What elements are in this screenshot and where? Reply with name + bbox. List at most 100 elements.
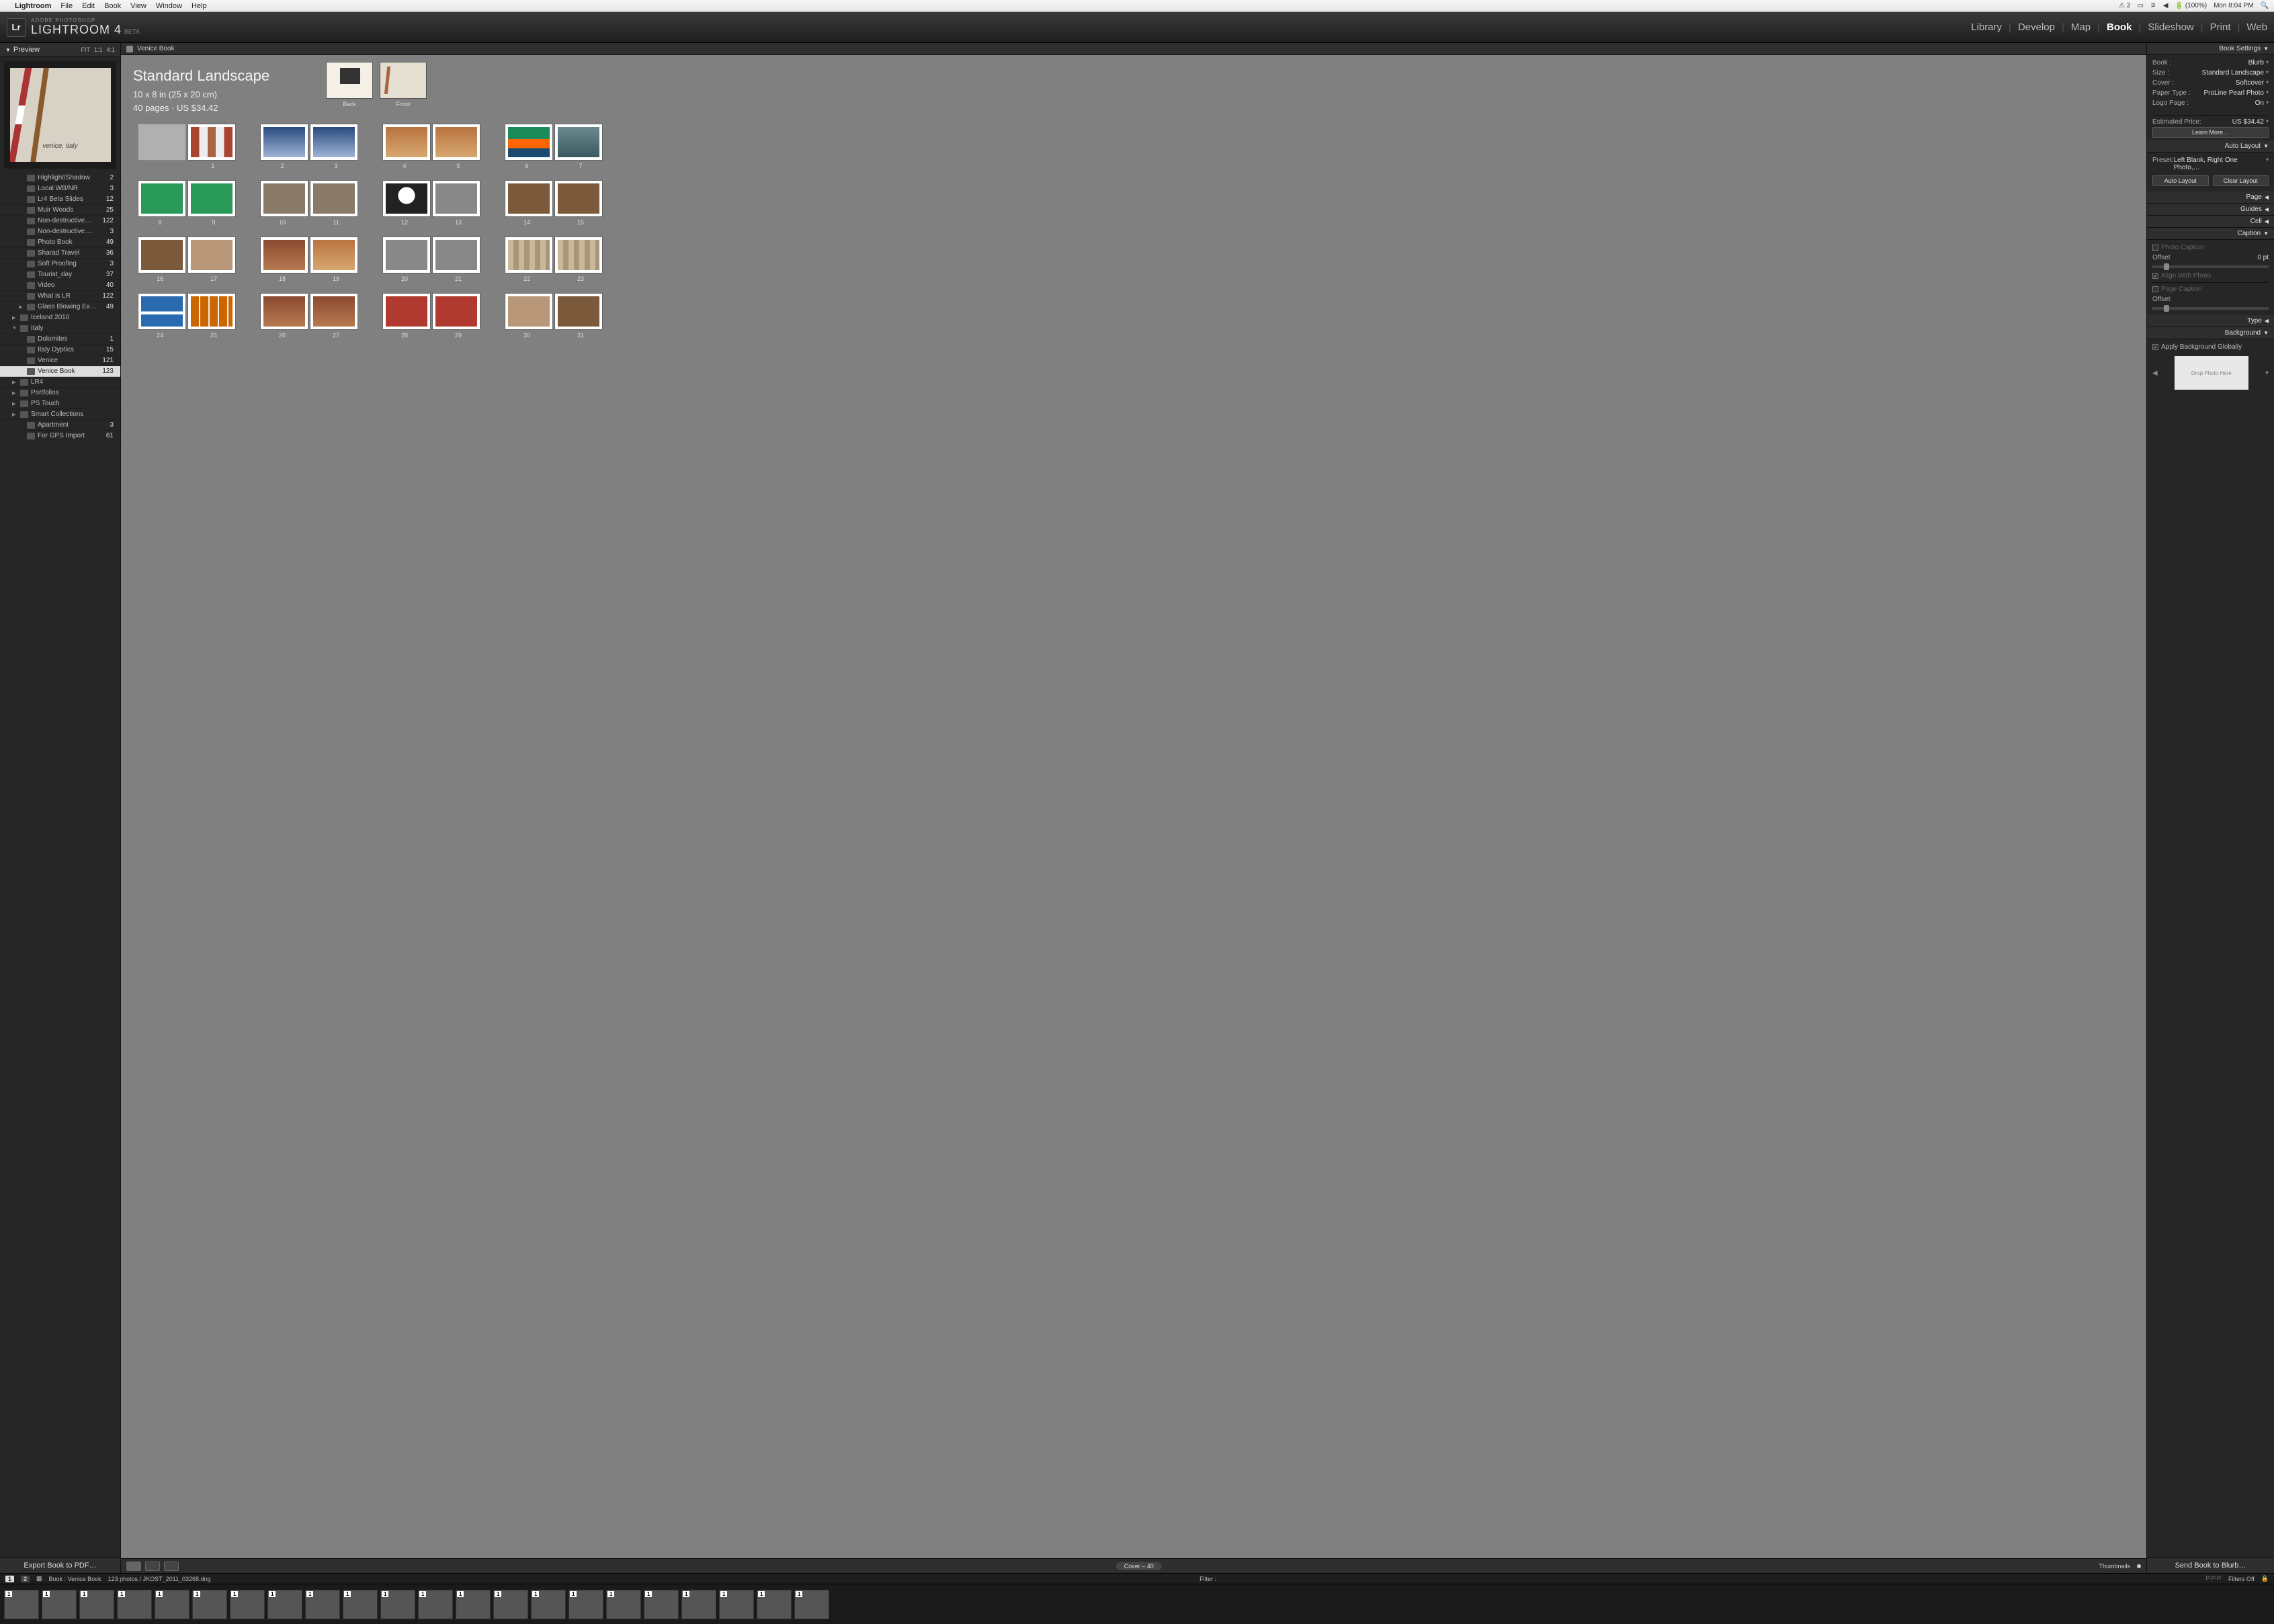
export-pdf-button[interactable]: Export Book to PDF… bbox=[0, 1557, 120, 1573]
preview-thumbnail[interactable]: venice, italy bbox=[4, 61, 116, 169]
collection-row[interactable]: Venice Book123 bbox=[0, 366, 120, 377]
collection-row[interactable]: Muir Woods25 bbox=[0, 205, 120, 216]
bg-next-icon[interactable]: ▾ bbox=[2265, 370, 2269, 377]
page-thumb[interactable] bbox=[505, 180, 553, 217]
book-settings-header[interactable]: Book Settings▼ bbox=[2147, 43, 2274, 55]
collection-row[interactable]: Local WB/NR3 bbox=[0, 183, 120, 194]
collection-row[interactable]: Dolomites1 bbox=[0, 334, 120, 345]
page-thumb[interactable] bbox=[260, 293, 308, 330]
photo-caption-checkbox[interactable] bbox=[2152, 245, 2158, 251]
page-thumb[interactable] bbox=[505, 124, 553, 161]
page-thumb[interactable] bbox=[554, 293, 603, 330]
menu-book[interactable]: Book bbox=[104, 2, 121, 10]
page-thumb[interactable] bbox=[187, 293, 236, 330]
collection-row[interactable]: Non-destructive…3 bbox=[0, 226, 120, 237]
page-thumb[interactable] bbox=[260, 124, 308, 161]
page-thumb[interactable] bbox=[138, 124, 186, 161]
page-thumb[interactable] bbox=[432, 180, 480, 217]
collection-row[interactable]: Venice121 bbox=[0, 355, 120, 366]
setting-value[interactable]: Softcover bbox=[2236, 79, 2264, 87]
menu-view[interactable]: View bbox=[130, 2, 146, 10]
filmstrip[interactable]: 1111111111111111111111 bbox=[0, 1584, 2274, 1624]
collection-row[interactable]: What is LR122 bbox=[0, 291, 120, 302]
zoom-4-1[interactable]: 4:1 bbox=[106, 46, 115, 53]
collection-row[interactable]: For GPS Import61 bbox=[0, 431, 120, 441]
preview-panel-header[interactable]: ▼ Preview FIT 1:1 4:1 bbox=[0, 43, 120, 57]
filmstrip-thumb[interactable]: 1 bbox=[757, 1590, 792, 1619]
filmstrip-thumb[interactable]: 1 bbox=[531, 1590, 566, 1619]
front-cover-thumb[interactable] bbox=[380, 62, 427, 99]
collection-row[interactable]: ▶PS Touch bbox=[0, 398, 120, 409]
view-grid-button[interactable] bbox=[126, 1562, 141, 1571]
page-thumb[interactable] bbox=[138, 180, 186, 217]
collection-row[interactable]: Photo Book49 bbox=[0, 237, 120, 248]
grid-icon[interactable] bbox=[126, 46, 133, 52]
module-map[interactable]: Map bbox=[2071, 22, 2091, 33]
grid-icon[interactable]: ▦ bbox=[36, 1575, 42, 1582]
preset-value[interactable]: Left Blank, Right One Photo,… bbox=[2174, 157, 2264, 171]
collection-row[interactable]: Italy Dyptics15 bbox=[0, 345, 120, 355]
collection-row[interactable]: Soft Proofing3 bbox=[0, 259, 120, 269]
offset-slider[interactable] bbox=[2152, 265, 2269, 268]
page-thumb[interactable] bbox=[187, 237, 236, 273]
menu-help[interactable]: Help bbox=[192, 2, 207, 10]
filters-off-label[interactable]: Filters Off bbox=[2228, 1576, 2255, 1582]
filmstrip-thumb[interactable]: 1 bbox=[456, 1590, 491, 1619]
page-thumb[interactable] bbox=[187, 180, 236, 217]
collection-row[interactable]: ▶Smart Collections bbox=[0, 409, 120, 420]
filmstrip-thumb[interactable]: 1 bbox=[230, 1590, 265, 1619]
menu-edit[interactable]: Edit bbox=[82, 2, 95, 10]
display-icon[interactable]: ▭ bbox=[2137, 2, 2143, 9]
auto-layout-header[interactable]: Auto Layout▼ bbox=[2147, 140, 2274, 153]
page-thumb[interactable] bbox=[310, 180, 358, 217]
filmstrip-thumb[interactable]: 1 bbox=[343, 1590, 378, 1619]
filmstrip-thumb[interactable]: 1 bbox=[493, 1590, 528, 1619]
filmstrip-thumb[interactable]: 1 bbox=[267, 1590, 302, 1619]
auto-layout-button[interactable]: Auto Layout bbox=[2152, 175, 2209, 186]
filmstrip-thumb[interactable]: 1 bbox=[79, 1590, 114, 1619]
page-thumb[interactable] bbox=[432, 124, 480, 161]
send-to-blurb-button[interactable]: Send Book to Blurb… bbox=[2147, 1557, 2274, 1573]
view-spread-button[interactable] bbox=[145, 1562, 160, 1571]
lock-icon[interactable]: 🔒 bbox=[2261, 1575, 2269, 1582]
filmstrip-thumb[interactable]: 1 bbox=[418, 1590, 453, 1619]
page-thumb[interactable] bbox=[310, 293, 358, 330]
page-thumb[interactable] bbox=[505, 293, 553, 330]
module-library[interactable]: Library bbox=[1971, 22, 2002, 33]
setting-value[interactable]: On bbox=[2255, 99, 2264, 107]
align-checkbox[interactable]: ✓ bbox=[2152, 273, 2158, 279]
zoom-fit[interactable]: FIT bbox=[81, 46, 90, 53]
menu-file[interactable]: File bbox=[60, 2, 73, 10]
collection-row[interactable]: Lr4 Beta Slides12 bbox=[0, 194, 120, 205]
setting-value[interactable]: ProLine Pearl Photo bbox=[2203, 89, 2264, 97]
page-thumb[interactable] bbox=[554, 237, 603, 273]
monitor-2-button[interactable]: 2 bbox=[21, 1576, 30, 1582]
flag-filter-icon[interactable]: ⚐⚐⚐ bbox=[2205, 1575, 2222, 1582]
page-header[interactable]: Page◀ bbox=[2147, 191, 2274, 204]
thumbnails-slider-handle[interactable] bbox=[2137, 1564, 2141, 1568]
filmstrip-thumb[interactable]: 1 bbox=[155, 1590, 190, 1619]
apply-global-checkbox[interactable]: ✓ bbox=[2152, 344, 2158, 350]
learn-more-button[interactable]: Learn More… bbox=[2152, 127, 2269, 138]
type-header[interactable]: Type◀ bbox=[2147, 315, 2274, 327]
page-thumb[interactable] bbox=[310, 237, 358, 273]
filmstrip-thumb[interactable]: 1 bbox=[794, 1590, 829, 1619]
filmstrip-thumb[interactable]: 1 bbox=[568, 1590, 603, 1619]
caption-header[interactable]: Caption▼ bbox=[2147, 228, 2274, 240]
page-caption-checkbox[interactable] bbox=[2152, 286, 2158, 292]
background-drop-well[interactable]: Drop Photo Here bbox=[2175, 356, 2248, 390]
background-header[interactable]: Background▼ bbox=[2147, 327, 2274, 339]
page-thumb[interactable] bbox=[382, 237, 431, 273]
page-thumb[interactable] bbox=[432, 237, 480, 273]
module-book[interactable]: Book bbox=[2107, 22, 2132, 33]
view-single-button[interactable] bbox=[164, 1562, 179, 1571]
collection-row[interactable]: ▶Glass Blowing Ex…49 bbox=[0, 302, 120, 312]
clock[interactable]: Mon 8:04 PM bbox=[2214, 2, 2253, 9]
menu-window[interactable]: Window bbox=[156, 2, 182, 10]
battery-icon[interactable]: 🔋 (100%) bbox=[2175, 2, 2207, 9]
collection-row[interactable]: Apartment3 bbox=[0, 420, 120, 431]
filmstrip-thumb[interactable]: 1 bbox=[305, 1590, 340, 1619]
offset-slider-2[interactable] bbox=[2152, 307, 2269, 310]
collection-row[interactable]: Non-destructive…122 bbox=[0, 216, 120, 226]
page-thumb[interactable] bbox=[554, 124, 603, 161]
